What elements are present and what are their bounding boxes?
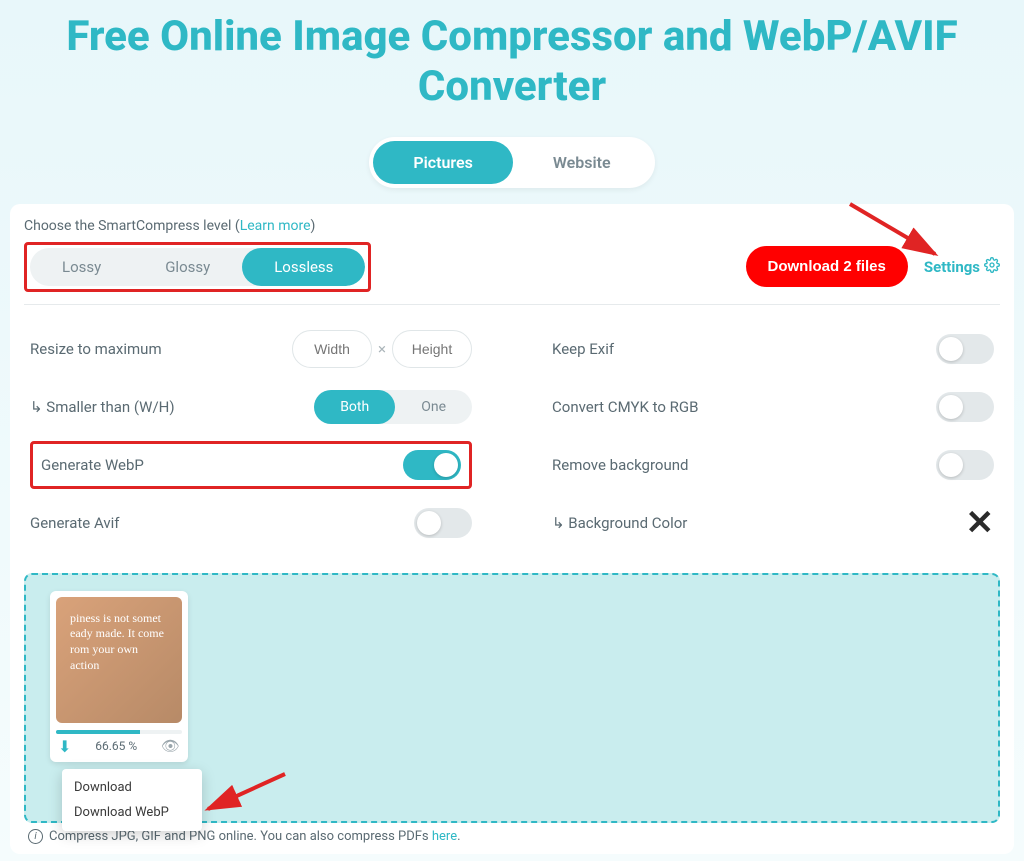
thumbnail-footer: ⬇ 66.65 % 👁 (56, 737, 182, 756)
generate-webp-label: Generate WebP (41, 456, 144, 474)
convert-cmyk-toggle[interactable] (936, 392, 994, 422)
top-row: Lossy Glossy Lossless Download 2 files S… (24, 242, 1000, 305)
level-lossy[interactable]: Lossy (30, 248, 133, 286)
thumbnail-quote: piness is not somet eady made. It come r… (70, 611, 168, 709)
image-thumbnail-card: piness is not somet eady made. It come r… (50, 591, 188, 762)
convert-cmyk-label: Convert CMYK to RGB (552, 398, 698, 416)
level-lossless[interactable]: Lossless (242, 248, 365, 286)
convert-cmyk-row: Convert CMYK to RGB (552, 383, 994, 431)
pdf-link[interactable]: here (432, 829, 457, 844)
download-all-button[interactable]: Download 2 files (746, 246, 908, 287)
smaller-than-segment: Both One (314, 390, 472, 424)
menu-download[interactable]: Download (62, 775, 202, 800)
tab-pictures[interactable]: Pictures (373, 141, 513, 184)
bg-color-label: ↳ Background Color (552, 514, 687, 532)
compression-percent: 66.65 % (95, 739, 137, 753)
settings-button[interactable]: Settings (924, 257, 1000, 277)
preview-icon[interactable]: 👁 (161, 737, 180, 755)
generate-webp-toggle[interactable] (403, 450, 461, 480)
smaller-than-label: ↳ Smaller than (W/H) (30, 398, 175, 416)
tab-website[interactable]: Website (513, 141, 651, 184)
smaller-one[interactable]: One (395, 390, 472, 424)
remove-bg-row: Remove background (552, 441, 994, 489)
settings-label: Settings (924, 258, 980, 276)
info-icon: i (28, 829, 43, 844)
resize-row: Resize to maximum × (30, 325, 472, 373)
bg-color-row: ↳ Background Color ✕ (552, 499, 994, 547)
close-icon[interactable]: ✕ (966, 503, 995, 543)
compression-level-highlight: Lossy Glossy Lossless (24, 242, 371, 292)
tabs-container: Pictures Website (0, 137, 1024, 188)
drop-area[interactable]: piness is not somet eady made. It come r… (24, 573, 1000, 823)
progress-bar (56, 730, 182, 734)
gear-icon (984, 257, 1000, 277)
times-icon: × (378, 340, 386, 358)
compress-level-helper: Choose the SmartCompress level (Learn mo… (24, 218, 1000, 234)
level-glossy[interactable]: Glossy (133, 248, 242, 286)
download-icon[interactable]: ⬇ (58, 737, 71, 756)
learn-more-link[interactable]: Learn more (240, 218, 311, 234)
keep-exif-toggle[interactable] (936, 334, 994, 364)
download-menu: Download Download WebP (62, 769, 202, 831)
top-right-actions: Download 2 files Settings (746, 246, 1001, 287)
compression-level-segment: Lossy Glossy Lossless (30, 248, 365, 286)
mode-tabs: Pictures Website (369, 137, 654, 188)
menu-download-webp[interactable]: Download WebP (62, 800, 202, 825)
generate-avif-toggle[interactable] (414, 508, 472, 538)
remove-bg-toggle[interactable] (936, 450, 994, 480)
resize-label: Resize to maximum (30, 340, 162, 358)
generate-avif-label: Generate Avif (30, 514, 120, 532)
page-title: Free Online Image Compressor and WebP/AV… (0, 0, 1024, 113)
thumbnail-image: piness is not somet eady made. It come r… (56, 597, 182, 723)
remove-bg-label: Remove background (552, 456, 688, 474)
main-panel: Choose the SmartCompress level (Learn mo… (10, 204, 1014, 854)
width-input[interactable] (292, 330, 372, 368)
options-grid: Resize to maximum × Keep Exif ↳ Smaller … (24, 319, 1000, 561)
height-input[interactable] (392, 330, 472, 368)
keep-exif-row: Keep Exif (552, 325, 994, 373)
keep-exif-label: Keep Exif (552, 340, 614, 358)
smaller-both[interactable]: Both (314, 390, 395, 424)
generate-avif-row: Generate Avif (30, 499, 472, 547)
footer-note: i Compress JPG, GIF and PNG online. You … (24, 829, 1000, 844)
smaller-than-row: ↳ Smaller than (W/H) Both One (30, 383, 472, 431)
resize-inputs: × (292, 330, 472, 368)
generate-webp-row: Generate WebP (30, 441, 472, 489)
